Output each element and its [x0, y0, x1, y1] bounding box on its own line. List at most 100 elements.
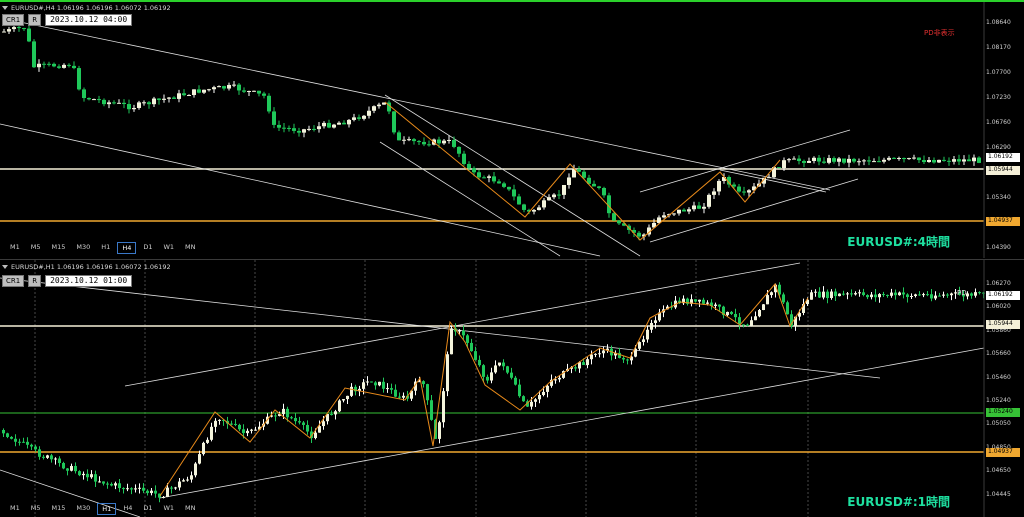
timeframe-h4[interactable]: H4	[119, 503, 136, 515]
cr1-button[interactable]: CR1	[2, 275, 25, 287]
candle	[126, 488, 129, 490]
timeframe-m30[interactable]: M30	[72, 503, 94, 515]
candle	[52, 63, 56, 67]
candle	[706, 302, 709, 304]
candle	[72, 65, 76, 69]
timeframe-m5[interactable]: M5	[27, 242, 45, 254]
candle	[142, 487, 145, 491]
candle	[890, 292, 893, 296]
r-button[interactable]: R	[28, 14, 42, 26]
timeframe-h1[interactable]: H1	[97, 503, 117, 515]
candle	[172, 97, 176, 99]
candle	[792, 158, 796, 160]
candle	[750, 320, 753, 326]
candle	[162, 496, 165, 498]
candle	[850, 293, 853, 295]
candle	[602, 350, 605, 354]
candle	[86, 473, 89, 478]
candle	[390, 388, 393, 390]
candle	[194, 463, 197, 476]
chart-panel-h1[interactable]: EURUSD#,H1 1.06196 1.06196 1.06072 1.061…	[0, 259, 1024, 517]
candle	[122, 102, 126, 105]
candle	[27, 28, 31, 42]
candle	[257, 90, 261, 94]
candle	[210, 426, 213, 440]
candle	[398, 396, 401, 398]
candle	[782, 160, 786, 168]
r-button[interactable]: R	[28, 275, 42, 287]
candle	[957, 159, 961, 162]
candle	[677, 209, 681, 214]
candle	[132, 107, 136, 110]
candle	[902, 292, 905, 295]
candle	[314, 432, 317, 439]
candle	[286, 408, 289, 418]
candle	[914, 294, 917, 297]
candle	[510, 372, 513, 378]
timeframe-mn[interactable]: MN	[181, 242, 199, 254]
candle	[972, 157, 976, 162]
candle	[814, 291, 817, 293]
candle	[7, 29, 11, 32]
candle	[250, 429, 253, 431]
trend-line	[0, 123, 601, 257]
timeframe-m1[interactable]: M1	[6, 503, 24, 515]
candle	[602, 187, 606, 196]
candle	[22, 441, 25, 443]
candle	[427, 144, 431, 146]
timeframe-d1[interactable]: D1	[139, 242, 156, 254]
candle	[472, 168, 476, 173]
timestamp-display[interactable]: 2023.10.12 04:00	[45, 14, 133, 26]
candle	[402, 395, 405, 398]
candle	[732, 184, 736, 187]
candle	[910, 296, 913, 298]
candle	[912, 157, 916, 159]
timeframe-h4[interactable]: H4	[117, 242, 137, 254]
candle	[34, 446, 37, 450]
candle	[122, 488, 125, 490]
candle	[117, 102, 121, 104]
candle	[872, 161, 876, 163]
candle	[522, 204, 526, 210]
timeframe-m30[interactable]: M30	[72, 242, 94, 254]
candle	[342, 399, 345, 401]
candle	[178, 481, 181, 488]
timeframe-m15[interactable]: M15	[48, 503, 70, 515]
candle	[202, 442, 205, 455]
candle	[917, 157, 921, 161]
timeframe-w1[interactable]: W1	[159, 503, 178, 515]
timeframe-h1[interactable]: H1	[97, 242, 114, 254]
candle	[938, 295, 941, 297]
candle	[42, 63, 46, 65]
collapse-triangle-icon[interactable]	[2, 265, 8, 269]
candle	[707, 194, 711, 207]
candle	[466, 335, 469, 343]
candle	[302, 129, 306, 133]
candle	[646, 329, 649, 340]
candle	[918, 294, 921, 296]
candle	[366, 381, 369, 383]
timeframe-m1[interactable]: M1	[6, 242, 24, 254]
timeframe-d1[interactable]: D1	[139, 503, 156, 515]
candle	[222, 86, 226, 89]
timeframe-w1[interactable]: W1	[159, 242, 178, 254]
candle	[274, 415, 277, 417]
candle	[770, 292, 773, 296]
h1-chart-canvas[interactable]	[0, 260, 1024, 517]
timeframe-m15[interactable]: M15	[48, 242, 70, 254]
h4-chart-canvas[interactable]	[0, 2, 1024, 258]
cr1-button[interactable]: CR1	[2, 14, 25, 26]
collapse-triangle-icon[interactable]	[2, 6, 8, 10]
candle	[422, 381, 425, 385]
timeframe-m5[interactable]: M5	[27, 503, 45, 515]
chart-panel-h4[interactable]: EURUSD#,H4 1.06196 1.06196 1.06072 1.061…	[0, 0, 1024, 258]
timeframe-mn[interactable]: MN	[181, 503, 199, 515]
timestamp-display[interactable]: 2023.10.12 01:00	[45, 275, 133, 287]
candle	[846, 293, 849, 295]
candle	[407, 139, 411, 141]
candle	[452, 139, 456, 147]
candle	[147, 102, 151, 105]
candle	[718, 304, 721, 307]
candle	[787, 159, 791, 161]
candle	[367, 110, 371, 116]
